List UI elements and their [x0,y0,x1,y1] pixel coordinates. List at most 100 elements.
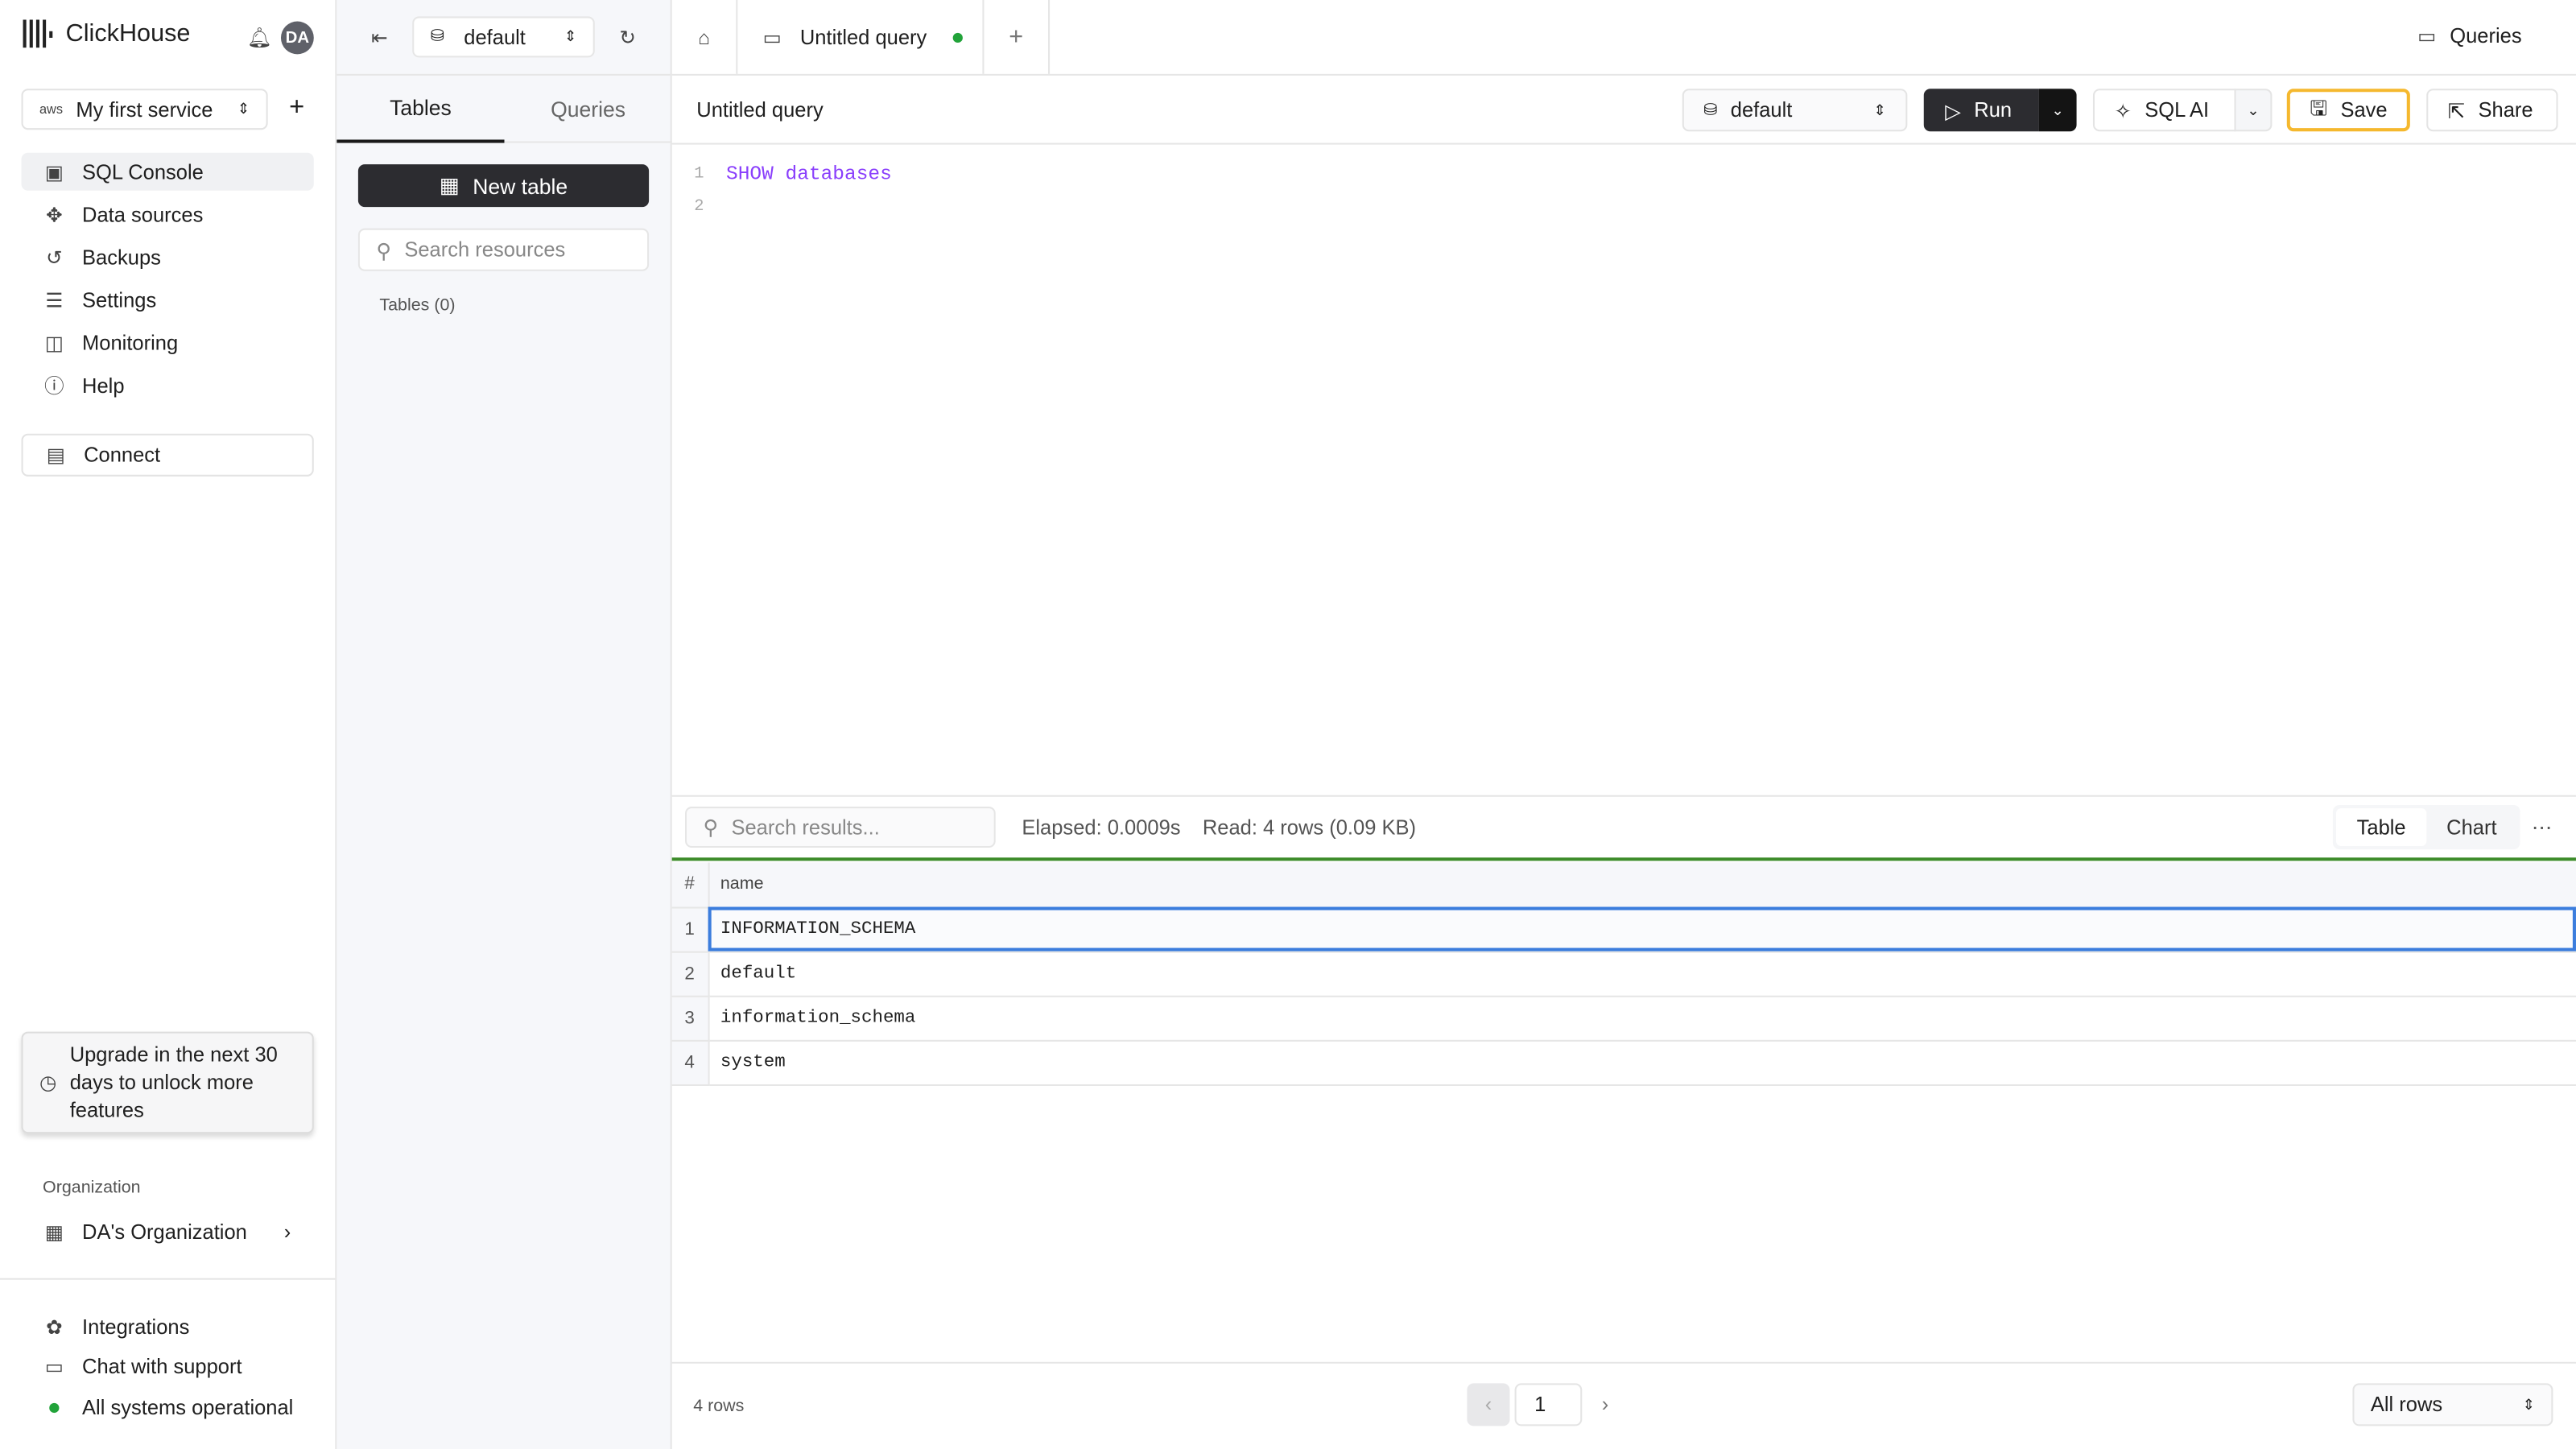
share-button[interactable]: ⇱ Share [2426,89,2558,132]
results-table: # name 1 INFORMATION_SCHEMA 2 default 3 info… [671,862,2576,1085]
main-area: ⌂ ▭ Untitled query + ▭ Queries Untitled qu… [671,0,2576,1449]
home-icon: ⌂ [698,25,710,49]
org-heading: Organization [43,1178,141,1198]
connect-icon: ▤ [46,444,65,467]
run-options-dropdown[interactable]: ⌄ [2038,89,2077,132]
tab-table-view[interactable]: Table [2336,808,2427,847]
page-input[interactable]: 1 [1514,1383,1583,1426]
divider [671,1361,2576,1364]
code-line: 1 SHOW databases [694,163,892,186]
column-header-name[interactable]: name [708,862,2576,908]
chat-icon: ▭ [44,1354,64,1378]
bell-icon[interactable]: 🔔︎ [247,27,272,50]
divider [671,142,2576,145]
chevron-updown-icon: ⇕ [1873,101,1886,118]
tab-chart-view[interactable]: Chart [2426,808,2516,846]
search-resources-input[interactable]: ⚲ Search resources [357,228,650,271]
org-selector[interactable]: ▦ DA's Organization › [22,1212,314,1250]
tables-heading: Tables (0) [379,295,456,316]
table-icon: ▦ [439,172,460,197]
next-page-button[interactable]: › [1602,1393,1609,1417]
rows-per-page-select[interactable]: All rows ⇕ [2352,1383,2553,1426]
table-row[interactable]: 2 default [671,951,2576,997]
sidebar-item-integrations[interactable]: ✿ Integrations [22,1307,314,1345]
run-button[interactable]: ▷ Run [1923,89,2039,132]
database-selector[interactable]: ⛁ default ⇕ [412,16,595,58]
chevron-updown-icon: ⇕ [2522,1395,2535,1413]
view-toggle: Table Chart [2332,804,2520,850]
table-row[interactable]: 1 INFORMATION_SCHEMA [671,906,2576,952]
sql-ai-dropdown[interactable]: ⌄ [2234,89,2273,132]
clock-icon: ◷ [39,1070,57,1094]
tab-tables[interactable]: Tables [336,76,505,143]
service-selector[interactable]: aws My first service ⇕ [21,89,268,130]
sql-editor[interactable]: 1 SHOW databases 2 [672,158,2576,795]
new-tab-button[interactable]: + [984,0,1051,74]
connect-button[interactable]: ▤ Connect [21,433,314,477]
divider [671,795,2576,797]
collapse-icon[interactable]: ⇤ [368,27,391,50]
sliders-icon: ☰ [45,288,64,312]
search-icon: ⚲ [703,816,719,840]
avatar[interactable]: DA [280,21,314,55]
queries-link[interactable]: ▭ Queries [2415,25,2521,48]
sql-ai-button[interactable]: ✧ SQL AI [2092,89,2236,132]
plug-icon: ✥ [46,203,63,226]
query-db-selector[interactable]: ⛁ default ⇕ [1682,89,1908,132]
unsaved-dot-icon [952,31,964,43]
tab-untitled-query[interactable]: ▭ Untitled query [737,0,985,74]
sidebar-item-data-sources[interactable]: ✥ Data sources [22,196,314,233]
sidebar: ClickHouse 🔔︎ DA aws My first service ⇕ + … [0,0,337,1449]
puzzle-icon: ✿ [46,1315,63,1339]
row-count: 4 rows [693,1396,745,1417]
divider [0,1278,336,1280]
more-options-icon[interactable]: ⋯ [2532,815,2553,840]
home-tab[interactable]: ⌂ [672,0,738,74]
code-line: 2 [694,197,704,217]
success-bar [671,857,2576,861]
resources-panel: ⇤ ⛁ default ⇕ ↻ Tables Queries ▦ New table … [336,0,672,1449]
search-results-input[interactable]: ⚲ Search results... [685,807,996,848]
database-icon: ⛁ [430,27,444,47]
add-service-button[interactable]: + [289,93,304,123]
help-icon: ⓘ [44,374,64,398]
sidebar-item-chat-support[interactable]: ▭ Chat with support [22,1347,314,1385]
chevron-right-icon: › [283,1220,291,1243]
sidebar-item-settings[interactable]: ☰ Settings [22,281,314,319]
terminal-icon: ▭ [762,25,782,49]
clickhouse-logo-icon [23,19,53,48]
refresh-icon[interactable]: ↻ [616,27,639,50]
save-button[interactable]: 🖫︎ Save [2286,89,2410,132]
query-tabbar: ⌂ ▭ Untitled query + [671,0,2576,76]
monitor-icon: ▣ [44,159,64,184]
upgrade-banner[interactable]: ◷ Upgrade in the next 30 days to unlock m… [21,1031,314,1134]
table-header: # name [671,862,2576,908]
save-icon: 🖫︎ [2310,96,2328,119]
sparkle-icon: ✧ [2114,99,2132,123]
prev-page-button[interactable]: ‹ [1467,1383,1510,1426]
chevron-updown-icon: ⇕ [564,27,577,45]
rows-read: Read: 4 rows (0.09 KB) [1202,816,1417,840]
chart-icon: ◫ [44,331,64,354]
new-table-button[interactable]: ▦ New table [357,164,650,208]
status-dot-icon [43,1396,66,1419]
sidebar-item-backups[interactable]: ↺ Backups [22,238,314,276]
table-row[interactable]: 3 information_schema [671,995,2576,1041]
aws-icon: aws [39,101,64,117]
query-title[interactable]: Untitled query [696,98,823,122]
sidebar-item-sql-console[interactable]: ▣ SQL Console [21,152,314,191]
chevron-updown-icon: ⇕ [237,100,250,117]
table-row[interactable]: 4 system [671,1039,2576,1085]
terminal-icon: ▭ [2417,24,2437,48]
tab-queries[interactable]: Queries [504,76,672,143]
share-icon: ⇱ [2447,99,2466,123]
logo[interactable]: ClickHouse [23,19,191,48]
system-status[interactable]: All systems operational [22,1388,314,1426]
database-icon: ⛁ [1703,101,1718,119]
backup-icon: ↺ [46,246,63,269]
sidebar-item-monitoring[interactable]: ◫ Monitoring [22,324,314,361]
elapsed-time: Elapsed: 0.0009s [1022,816,1181,840]
play-icon: ▷ [1945,99,1961,123]
sidebar-item-help[interactable]: ⓘ Help [22,366,314,404]
search-icon: ⚲ [376,238,392,262]
